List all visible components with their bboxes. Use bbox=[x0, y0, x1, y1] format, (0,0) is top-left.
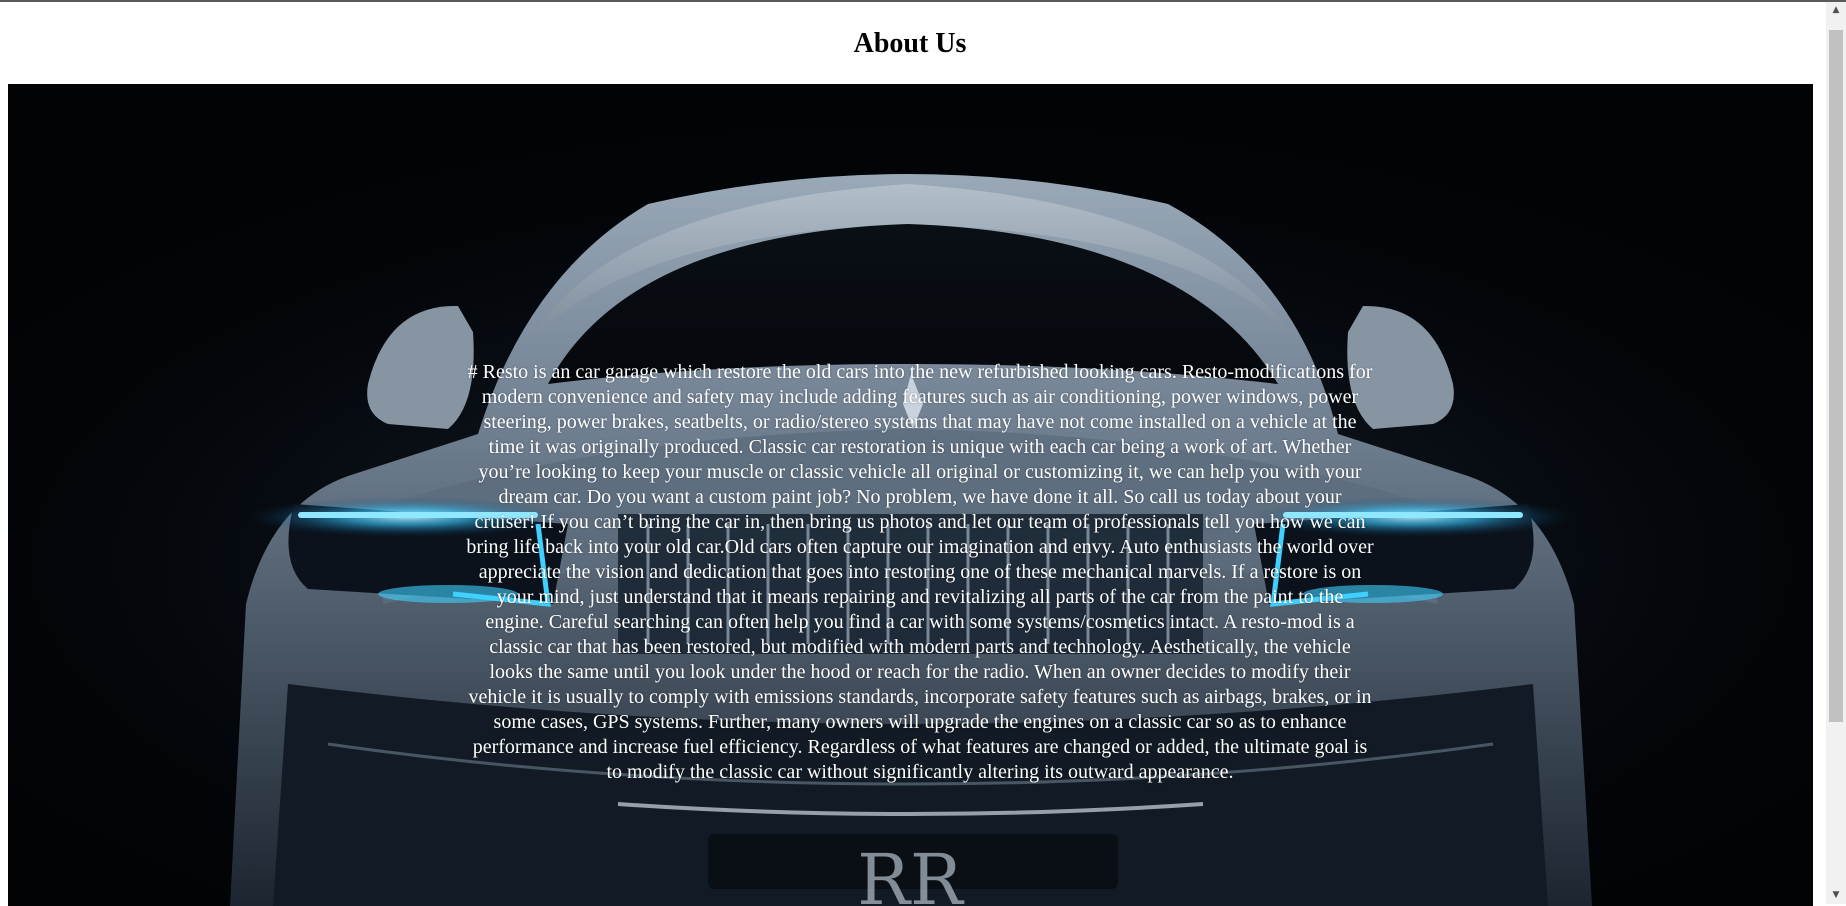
page-title: About Us bbox=[853, 28, 967, 59]
scroll-up-icon[interactable]: ▲ bbox=[1826, 2, 1846, 19]
about-body-text: # Resto is an car garage which restore t… bbox=[466, 361, 1374, 783]
scroll-down-icon[interactable]: ▼ bbox=[1826, 887, 1846, 904]
svg-text:RR: RR bbox=[857, 839, 965, 906]
scrollbar-thumb[interactable] bbox=[1829, 30, 1843, 722]
page-scrollbar[interactable]: ▲ ▼ bbox=[1826, 2, 1846, 904]
about-page: About Us RR # Resto is an car garage whi… bbox=[0, 2, 1826, 906]
hero-section: RR # Resto is an car garage which restor… bbox=[8, 84, 1813, 906]
